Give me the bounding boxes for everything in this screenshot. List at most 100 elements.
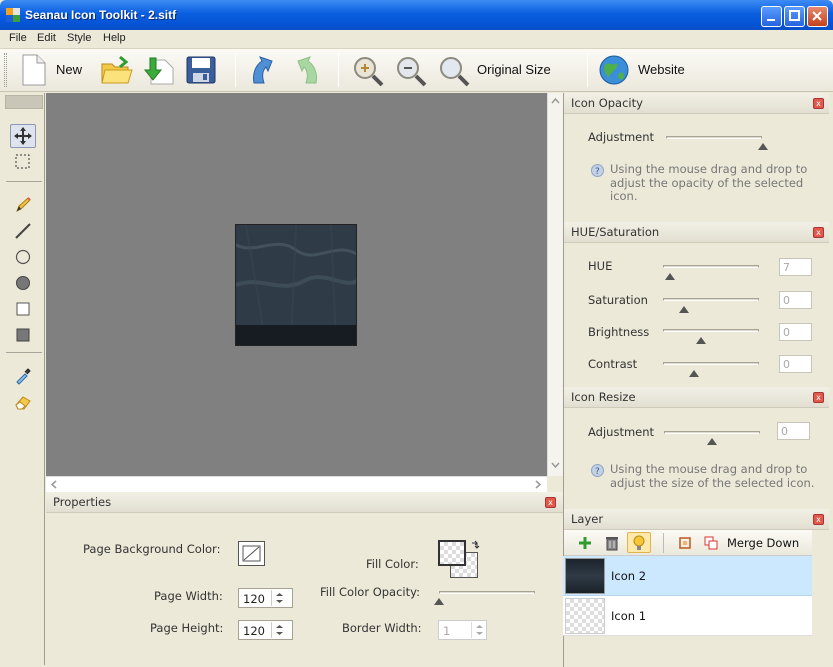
layer-item-icon-1[interactable]: Icon 1: [563, 596, 812, 636]
resize-value-input[interactable]: 0: [777, 422, 810, 440]
merge-down-icon[interactable]: [703, 535, 719, 551]
brightness-value-input[interactable]: 0: [779, 323, 812, 341]
crop-icon[interactable]: [677, 535, 693, 551]
resize-adjustment-thumb[interactable]: [707, 438, 717, 445]
ellipse-filled-icon[interactable]: [14, 274, 32, 292]
open-folder-icon[interactable]: [100, 54, 134, 86]
page-width-spinner-icon[interactable]: [271, 590, 286, 606]
layer-close-icon[interactable]: x: [813, 514, 824, 525]
saturation-thumb[interactable]: [679, 306, 689, 313]
toolbar: New Original Size Website: [0, 49, 833, 92]
saturation-value-input[interactable]: 0: [779, 291, 812, 309]
properties-panel: Properties x Page Background Color: Page…: [46, 492, 563, 665]
icon-resize-title: Icon Resize: [571, 390, 636, 404]
properties-title: Properties: [53, 495, 112, 509]
layer-title: Layer: [571, 512, 604, 526]
contrast-thumb[interactable]: [689, 370, 699, 377]
app-logo-icon: [6, 8, 20, 22]
toolbar-separator: [235, 53, 236, 87]
ellipse-outline-icon[interactable]: [14, 248, 32, 266]
visibility-bulb-icon[interactable]: [627, 532, 651, 553]
tools-divider: [6, 352, 42, 353]
brightness-slider[interactable]: [663, 329, 759, 332]
eraser-icon[interactable]: [14, 393, 32, 411]
fill-color-opacity-thumb[interactable]: [434, 598, 444, 605]
icon-resize-close-icon[interactable]: x: [813, 392, 824, 403]
fill-color-label: Fill Color:: [366, 557, 419, 571]
minimize-button[interactable]: [761, 6, 782, 27]
page-height-label: Page Height:: [150, 621, 224, 635]
menu-bar: File Edit Style Help: [0, 30, 833, 49]
contrast-value-input[interactable]: 0: [779, 355, 812, 373]
hue-label: HUE: [588, 259, 613, 273]
globe-icon[interactable]: [599, 55, 630, 86]
icon-opacity-close-icon[interactable]: x: [813, 98, 824, 109]
hue-thumb[interactable]: [665, 273, 675, 280]
properties-header: Properties: [46, 492, 563, 513]
icon-opacity-title: Icon Opacity: [571, 96, 643, 110]
zoom-out-icon[interactable]: [395, 55, 427, 87]
rectangle-filled-icon[interactable]: [14, 326, 32, 344]
hue-saturation-close-icon[interactable]: x: [813, 227, 824, 238]
page-background-color-swatch[interactable]: [238, 541, 265, 566]
menu-help[interactable]: Help: [103, 32, 126, 44]
tools-divider: [6, 181, 42, 182]
opacity-adjustment-slider[interactable]: [666, 136, 762, 139]
scroll-up-arrow-icon[interactable]: [550, 95, 561, 107]
menu-file[interactable]: File: [9, 32, 27, 44]
pencil-icon[interactable]: [14, 196, 32, 214]
canvas-horizontal-scrollbar[interactable]: [46, 476, 547, 492]
zoom-in-icon[interactable]: [352, 55, 384, 87]
border-width-spinner-icon[interactable]: [471, 622, 486, 638]
brightness-thumb[interactable]: [696, 337, 706, 344]
svg-text:?: ?: [595, 467, 600, 477]
hue-saturation-header: HUE/Saturation: [564, 222, 829, 243]
delete-layer-icon[interactable]: [603, 534, 621, 552]
properties-close-icon[interactable]: x: [545, 497, 556, 508]
original-size-button[interactable]: Original Size: [477, 62, 551, 77]
import-icon[interactable]: [141, 54, 175, 86]
layer-item-icon-2[interactable]: Icon 2: [563, 556, 812, 596]
hue-value-input[interactable]: 7: [779, 258, 812, 276]
redo-icon[interactable]: [294, 55, 320, 85]
move-tool-icon[interactable]: [10, 124, 36, 148]
saturation-label: Saturation: [588, 293, 648, 307]
save-icon[interactable]: [185, 55, 217, 85]
new-file-icon[interactable]: [20, 53, 48, 87]
resize-adjustment-slider[interactable]: [664, 431, 760, 434]
scroll-left-arrow-icon[interactable]: [49, 479, 60, 490]
scroll-right-arrow-icon[interactable]: [532, 479, 543, 490]
website-button[interactable]: Website: [638, 62, 685, 77]
add-layer-icon[interactable]: [576, 534, 594, 552]
eyedropper-icon[interactable]: [14, 367, 32, 385]
opacity-adjustment-thumb[interactable]: [758, 143, 768, 150]
line-tool-icon[interactable]: [14, 222, 32, 240]
saturation-slider[interactable]: [663, 298, 759, 301]
undo-icon[interactable]: [250, 55, 276, 85]
foreground-color-swatch[interactable]: [438, 540, 466, 566]
menu-edit[interactable]: Edit: [37, 32, 56, 44]
rectangle-outline-icon[interactable]: [14, 300, 32, 318]
border-width-label: Border Width:: [342, 621, 422, 635]
layer-toolbar-separator: [663, 533, 664, 553]
canvas-vertical-scrollbar[interactable]: [547, 93, 563, 476]
page-height-spinner-icon[interactable]: [271, 622, 286, 638]
original-size-icon[interactable]: [438, 55, 470, 87]
resize-hint: Using the mouse drag and drop to adjust …: [610, 462, 815, 490]
fill-color-opacity-slider[interactable]: [439, 591, 535, 594]
brightness-label: Brightness: [588, 325, 650, 339]
marquee-select-icon[interactable]: [15, 154, 31, 170]
hue-slider[interactable]: [663, 265, 759, 268]
menu-style[interactable]: Style: [67, 32, 91, 44]
new-button[interactable]: New: [56, 62, 82, 77]
contrast-slider[interactable]: [663, 362, 759, 365]
swap-colors-icon[interactable]: [470, 540, 480, 550]
toolbar-grip: [4, 53, 7, 87]
help-icon: ?: [591, 164, 604, 177]
fill-color-swatches[interactable]: [438, 540, 480, 580]
icon-preview-image[interactable]: [235, 224, 357, 346]
scroll-down-arrow-icon[interactable]: [550, 459, 561, 471]
maximize-button[interactable]: [784, 6, 805, 27]
close-button[interactable]: [807, 6, 828, 27]
merge-down-button[interactable]: Merge Down: [727, 536, 799, 550]
